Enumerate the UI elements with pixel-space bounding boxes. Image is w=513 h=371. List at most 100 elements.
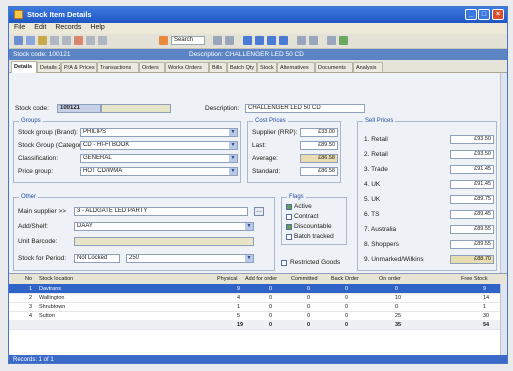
preview-icon[interactable] (62, 36, 71, 45)
tab-details[interactable]: Details (11, 61, 37, 73)
new-record-icon[interactable] (14, 36, 23, 45)
print-icon[interactable] (50, 36, 59, 45)
stock-group-brand-select[interactable]: PHILIPS ▼ (80, 128, 238, 137)
price-7-value[interactable]: £89.55 (450, 225, 494, 234)
contract-label: Contract (294, 213, 319, 220)
delete-icon[interactable] (74, 36, 83, 45)
price-2-value[interactable]: £93.50 (450, 150, 494, 159)
tab-details-2[interactable]: Details 2 (37, 62, 61, 72)
menu-file[interactable]: File (14, 24, 25, 31)
col-no[interactable]: No (25, 276, 32, 282)
price-5-value[interactable]: £89.75 (450, 195, 494, 204)
stock-period-label: Stock for Period: (18, 255, 67, 262)
tools-icon[interactable] (297, 36, 306, 45)
stock-period-select[interactable]: 250 ▼ (126, 254, 254, 263)
batch-tracked-checkbox[interactable] (286, 234, 292, 240)
export-icon[interactable] (327, 36, 336, 45)
info-stock-code: Stock code: 100121 (13, 51, 71, 58)
help-icon[interactable] (339, 36, 348, 45)
browse-button[interactable]: … (254, 207, 264, 216)
main-supplier-field[interactable]: 3 - ALDGATE LED PARTY (74, 207, 248, 216)
window-title: Stock Item Details (27, 10, 92, 19)
cost-prices-box: Cost Prices Supplier (RRP): £33.00 Last:… (247, 118, 341, 183)
sort-icon[interactable] (225, 36, 234, 45)
tab-pa-prices[interactable]: P/A & Prices (61, 62, 97, 72)
chevron-down-icon: ▼ (245, 255, 253, 262)
col-free-stock[interactable]: Free Stock (461, 276, 488, 282)
price-8-value[interactable]: £89.55 (450, 240, 494, 249)
price-4-value[interactable]: £91.45 (450, 180, 494, 189)
price-9-label: 9. Unmarked/Wilkins (364, 256, 424, 263)
tab-batch-qty[interactable]: Batch Qty (227, 62, 257, 72)
first-record-icon[interactable] (243, 36, 252, 45)
description-field[interactable]: CHALLENGER LED 50 CD (245, 104, 365, 113)
price-1-label: 1. Retail (364, 136, 388, 143)
price-1-value[interactable]: £93.50 (450, 135, 494, 144)
active-checkbox[interactable] (286, 204, 292, 210)
restricted-goods-checkbox[interactable] (281, 260, 287, 266)
classification-select[interactable]: GENERAL ▼ (80, 154, 238, 163)
col-committed[interactable]: Committed (291, 276, 318, 282)
price-3-value[interactable]: £91.45 (450, 165, 494, 174)
tab-orders[interactable]: Orders (139, 62, 165, 72)
sell-prices-box: Sell Prices 1. Retail £93.50 2. Retail £… (357, 118, 497, 271)
grid-scrollbar[interactable] (500, 284, 507, 356)
price-group-label: Price group: (18, 168, 54, 175)
chevron-down-icon: ▼ (229, 129, 237, 136)
stock-code-field[interactable]: 100121 (57, 104, 101, 113)
maximize-button[interactable]: □ (478, 9, 490, 20)
minimize-button[interactable]: _ (465, 9, 477, 20)
tab-transactions[interactable]: Transactions (97, 62, 139, 72)
cost-last-value[interactable]: £89.50 (300, 141, 338, 150)
col-add-for-order[interactable]: Add for order (245, 276, 277, 282)
save-icon[interactable] (38, 36, 47, 45)
tab-works-orders[interactable]: Works Orders (165, 62, 209, 72)
filter-icon[interactable] (213, 36, 222, 45)
tab-strip: Details Details 2 P/A & Prices Transacti… (9, 60, 507, 73)
col-location[interactable]: Stock location (39, 276, 73, 282)
batch-tracked-label: Batch tracked (294, 233, 334, 240)
price-9-value[interactable]: £88.70 (450, 255, 494, 264)
cost-standard-label: Standard: (252, 168, 281, 175)
app-icon (14, 10, 23, 19)
menu-edit[interactable]: Edit (34, 24, 46, 31)
cost-supplier-value[interactable]: £33.00 (300, 128, 338, 137)
add-shelf-select[interactable]: DAAY ▼ (74, 222, 254, 231)
menu-records[interactable]: Records (55, 24, 81, 31)
last-record-icon[interactable] (279, 36, 288, 45)
col-physical[interactable]: Physical (217, 276, 237, 282)
cost-standard-value[interactable]: £86.58 (300, 167, 338, 176)
cost-last-label: Last: (252, 142, 267, 149)
menu-help[interactable]: Help (90, 24, 104, 31)
previous-record-icon[interactable] (255, 36, 264, 45)
tab-bills[interactable]: Bills (209, 62, 227, 72)
tab-documents[interactable]: Documents (315, 62, 353, 72)
price-6-label: 6. TS (364, 211, 380, 218)
settings-icon[interactable] (309, 36, 318, 45)
unit-barcode-field[interactable] (74, 237, 254, 246)
col-on-order[interactable]: On order (379, 276, 401, 282)
stock-period-status[interactable]: Not Locked (74, 254, 120, 263)
close-button[interactable]: × (492, 9, 504, 20)
flags-title: Flags (287, 194, 306, 200)
tab-analysis[interactable]: Analysis (353, 62, 383, 72)
discountable-checkbox[interactable] (286, 224, 292, 230)
price-6-value[interactable]: £89.45 (450, 210, 494, 219)
details-scrollbar[interactable] (500, 73, 507, 273)
main-supplier-label[interactable]: Main supplier >> (18, 208, 66, 215)
next-record-icon[interactable] (267, 36, 276, 45)
search-icon[interactable] (159, 36, 168, 45)
col-back-order[interactable]: Back Order (331, 276, 359, 282)
tab-alternatives[interactable]: Alternatives (277, 62, 315, 72)
contract-checkbox[interactable] (286, 214, 292, 220)
open-record-icon[interactable] (26, 36, 35, 45)
unit-barcode-label: Unit Barcode: (18, 238, 58, 245)
stock-group-category-select[interactable]: CD - HI-FI BOOK ▼ (80, 141, 238, 150)
price-group-select[interactable]: HOT CD/WMA ▼ (80, 167, 238, 176)
search-combo[interactable]: Search (171, 36, 205, 45)
tab-stock[interactable]: Stock (257, 62, 277, 72)
refresh-icon[interactable] (98, 36, 107, 45)
price-4-label: 4. UK (364, 181, 381, 188)
undo-icon[interactable] (86, 36, 95, 45)
cost-supplier-label: Supplier (RRP): (252, 129, 298, 136)
